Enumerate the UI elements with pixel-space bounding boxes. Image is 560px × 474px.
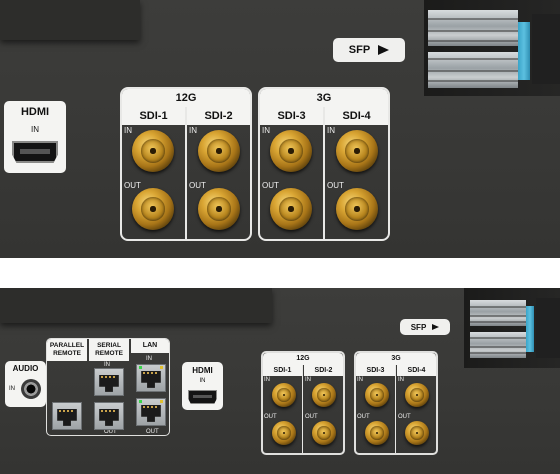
in-label: IN xyxy=(189,126,197,135)
bnc-sdi-4-out[interactable] xyxy=(405,421,429,445)
in-label: IN xyxy=(124,126,132,135)
sfp-label-text: SFP xyxy=(410,322,427,332)
bnc-sdi-1-in[interactable] xyxy=(272,383,296,407)
sfp-module-lower xyxy=(470,332,526,358)
bnc-sdi-3-out[interactable] xyxy=(365,421,389,445)
arrow-right-icon xyxy=(378,45,390,55)
lan-in-label: IN xyxy=(146,356,152,362)
bnc-sdi-3-out[interactable] xyxy=(270,188,312,230)
group-12g-title: 12G xyxy=(122,89,250,107)
hdmi-in-label: IN xyxy=(31,125,39,134)
sfp-label: SFP xyxy=(333,38,405,62)
out-label: OUT xyxy=(398,414,411,420)
in-label: IN xyxy=(262,126,270,135)
audio-in-block: AUDIO IN xyxy=(5,361,46,407)
out-label: OUT xyxy=(262,181,279,190)
lan-in-port[interactable] xyxy=(136,364,166,392)
top-overhang xyxy=(0,0,140,40)
sfp-cage[interactable] xyxy=(424,0,560,96)
sdi-3-label: SDI-3 xyxy=(356,365,395,376)
bnc-sdi-2-in[interactable] xyxy=(312,383,336,407)
divider xyxy=(185,107,187,239)
audio-jack[interactable] xyxy=(21,379,41,399)
bnc-sdi-3-in[interactable] xyxy=(365,383,389,407)
bnc-sdi-1-out[interactable] xyxy=(132,188,174,230)
lan-out-label: OUT xyxy=(146,429,159,435)
bottom-panel-view: SFP AUDIO IN PARALLEL REMOTE SERIAL REMO… xyxy=(0,288,560,474)
divider xyxy=(395,365,396,453)
out-label: OUT xyxy=(264,414,277,420)
sfp-module-upper xyxy=(428,10,518,46)
arrow-right-icon xyxy=(432,324,440,330)
out-label: OUT xyxy=(327,181,344,190)
hdmi-in-label: IN xyxy=(199,378,206,384)
sfp-latch xyxy=(526,306,534,352)
in-label: IN xyxy=(357,377,363,383)
in-label: IN xyxy=(327,126,335,135)
sfp-module-lower xyxy=(428,52,518,88)
bnc-sdi-1-in[interactable] xyxy=(132,130,174,172)
bnc-sdi-4-in[interactable] xyxy=(405,383,429,407)
bnc-sdi-4-in[interactable] xyxy=(336,130,378,172)
in-label: IN xyxy=(305,377,311,383)
hdmi-port[interactable] xyxy=(188,390,217,404)
sdi-4-label: SDI-4 xyxy=(325,107,388,125)
parallel-remote-label: PARALLEL REMOTE xyxy=(47,339,87,361)
bnc-sdi-4-out[interactable] xyxy=(336,188,378,230)
hdmi-title: HDMI xyxy=(192,366,213,375)
sdi-2-label: SDI-2 xyxy=(304,365,343,376)
hdmi-in-block: HDMI IN xyxy=(182,362,223,410)
serial-remote-in-port[interactable] xyxy=(94,368,124,396)
sfp-module-upper xyxy=(470,300,526,326)
bottom-overhang xyxy=(0,288,272,323)
hdmi-in-block: HDMI IN xyxy=(4,101,66,173)
bnc-sdi-2-out[interactable] xyxy=(312,421,336,445)
sdi-3-label: SDI-3 xyxy=(260,107,323,125)
sfp-latch xyxy=(518,22,530,80)
audio-title: AUDIO xyxy=(12,364,39,373)
in-label: IN xyxy=(264,377,270,383)
bnc-sdi-3-in[interactable] xyxy=(270,130,312,172)
bnc-sdi-2-out[interactable] xyxy=(198,188,240,230)
lan-out-port[interactable] xyxy=(136,398,166,426)
serial-remote-out-port[interactable] xyxy=(94,402,124,430)
out-label: OUT xyxy=(189,181,206,190)
group-3g-title: 3G xyxy=(356,353,436,365)
divider xyxy=(302,365,303,453)
sfp-cable-end xyxy=(536,298,560,358)
sfp-cage[interactable] xyxy=(464,288,560,368)
sdi-1-label: SDI-1 xyxy=(263,365,302,376)
sfp-label-text: SFP xyxy=(348,44,371,56)
serial-remote-label: SERIAL REMOTE xyxy=(89,339,129,361)
out-label: OUT xyxy=(305,414,318,420)
sdi-1-label: SDI-1 xyxy=(122,107,185,125)
sfp-cable-end xyxy=(532,14,560,84)
hdmi-title: HDMI xyxy=(20,106,50,118)
lan-label: LAN xyxy=(131,339,169,353)
out-label: OUT xyxy=(357,414,370,420)
sdi-2-label: SDI-2 xyxy=(187,107,250,125)
group-12g-title: 12G xyxy=(263,353,343,365)
bnc-sdi-1-out[interactable] xyxy=(272,421,296,445)
out-label: OUT xyxy=(124,181,141,190)
top-panel-view: SFP HDMI IN 12G SDI-1 SDI-2 3G SDI-3 SDI… xyxy=(0,0,560,258)
sfp-label: SFP xyxy=(400,319,450,335)
sdi-4-label: SDI-4 xyxy=(397,365,436,376)
bnc-sdi-2-in[interactable] xyxy=(198,130,240,172)
group-3g-title: 3G xyxy=(260,89,388,107)
hdmi-port[interactable] xyxy=(12,141,58,163)
in-label: IN xyxy=(398,377,404,383)
audio-in-label: IN xyxy=(9,386,15,392)
parallel-remote-port[interactable] xyxy=(52,402,82,430)
divider xyxy=(323,107,325,239)
